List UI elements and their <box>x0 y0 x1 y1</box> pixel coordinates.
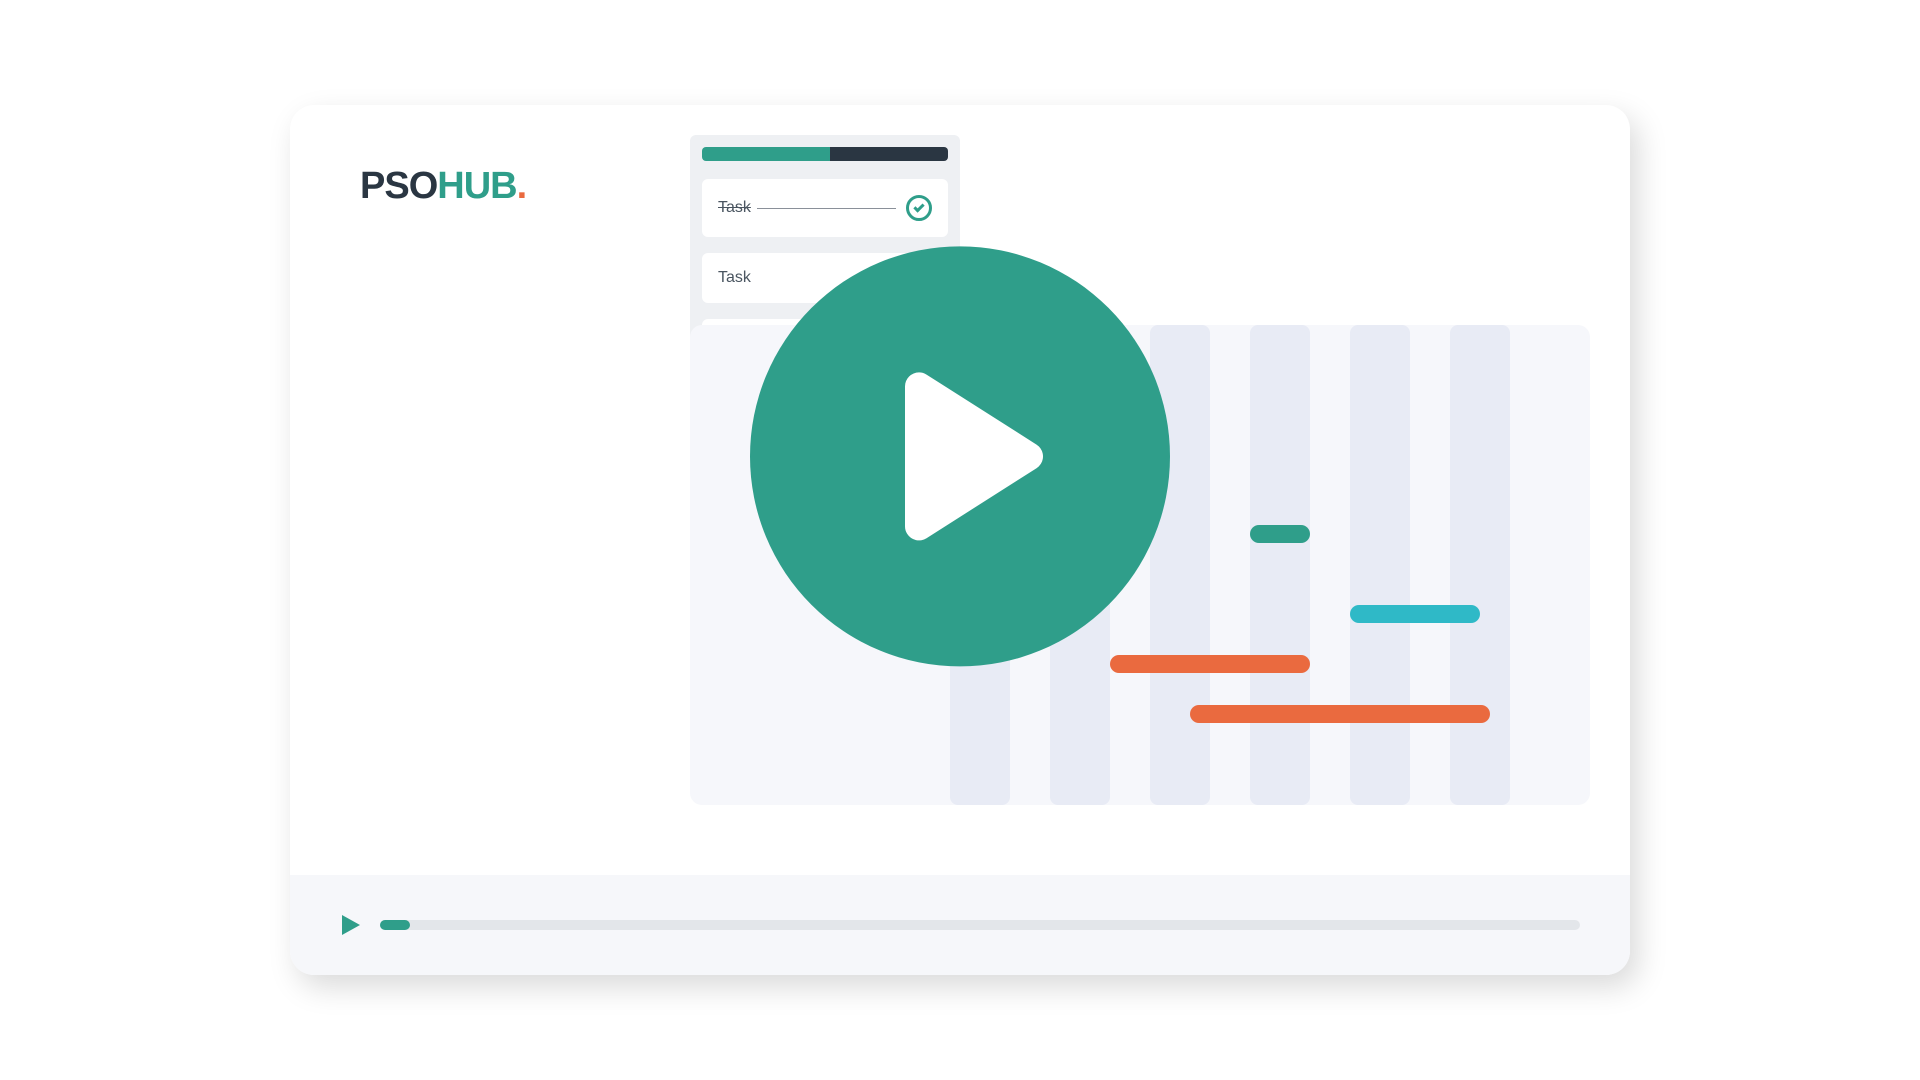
gantt-bar <box>1350 605 1480 623</box>
video-content: PSOHUB. Task Task Task <box>290 105 1630 875</box>
gantt-bar <box>1110 655 1310 673</box>
gantt-bar <box>1190 705 1490 723</box>
task-label: Task <box>718 199 751 217</box>
logo-text-hub: HUB <box>437 165 516 207</box>
video-card: PSOHUB. Task Task Task <box>290 105 1630 975</box>
check-mark-icon <box>913 201 924 212</box>
play-button[interactable] <box>750 246 1170 666</box>
check-circle-icon <box>906 195 932 221</box>
strike-line <box>757 208 896 209</box>
task-label-wrap: Task <box>718 199 906 217</box>
small-play-button[interactable] <box>340 913 362 937</box>
play-icon <box>899 366 1049 546</box>
progress-bar <box>702 147 948 161</box>
brand-logo: PSOHUB. <box>360 165 526 208</box>
seek-bar[interactable] <box>380 920 1580 930</box>
gantt-column <box>1250 325 1310 805</box>
gantt-column <box>1350 325 1410 805</box>
logo-dot: . <box>517 165 527 207</box>
progress-segment-1 <box>702 147 830 161</box>
task-label: Task <box>718 269 751 287</box>
progress-segment-2 <box>830 147 948 161</box>
gantt-column <box>1450 325 1510 805</box>
seek-progress <box>380 920 410 930</box>
logo-text-pso: PSO <box>360 165 437 207</box>
gantt-bar <box>1250 525 1310 543</box>
task-item-completed[interactable]: Task <box>702 179 948 237</box>
player-controls <box>290 875 1630 975</box>
